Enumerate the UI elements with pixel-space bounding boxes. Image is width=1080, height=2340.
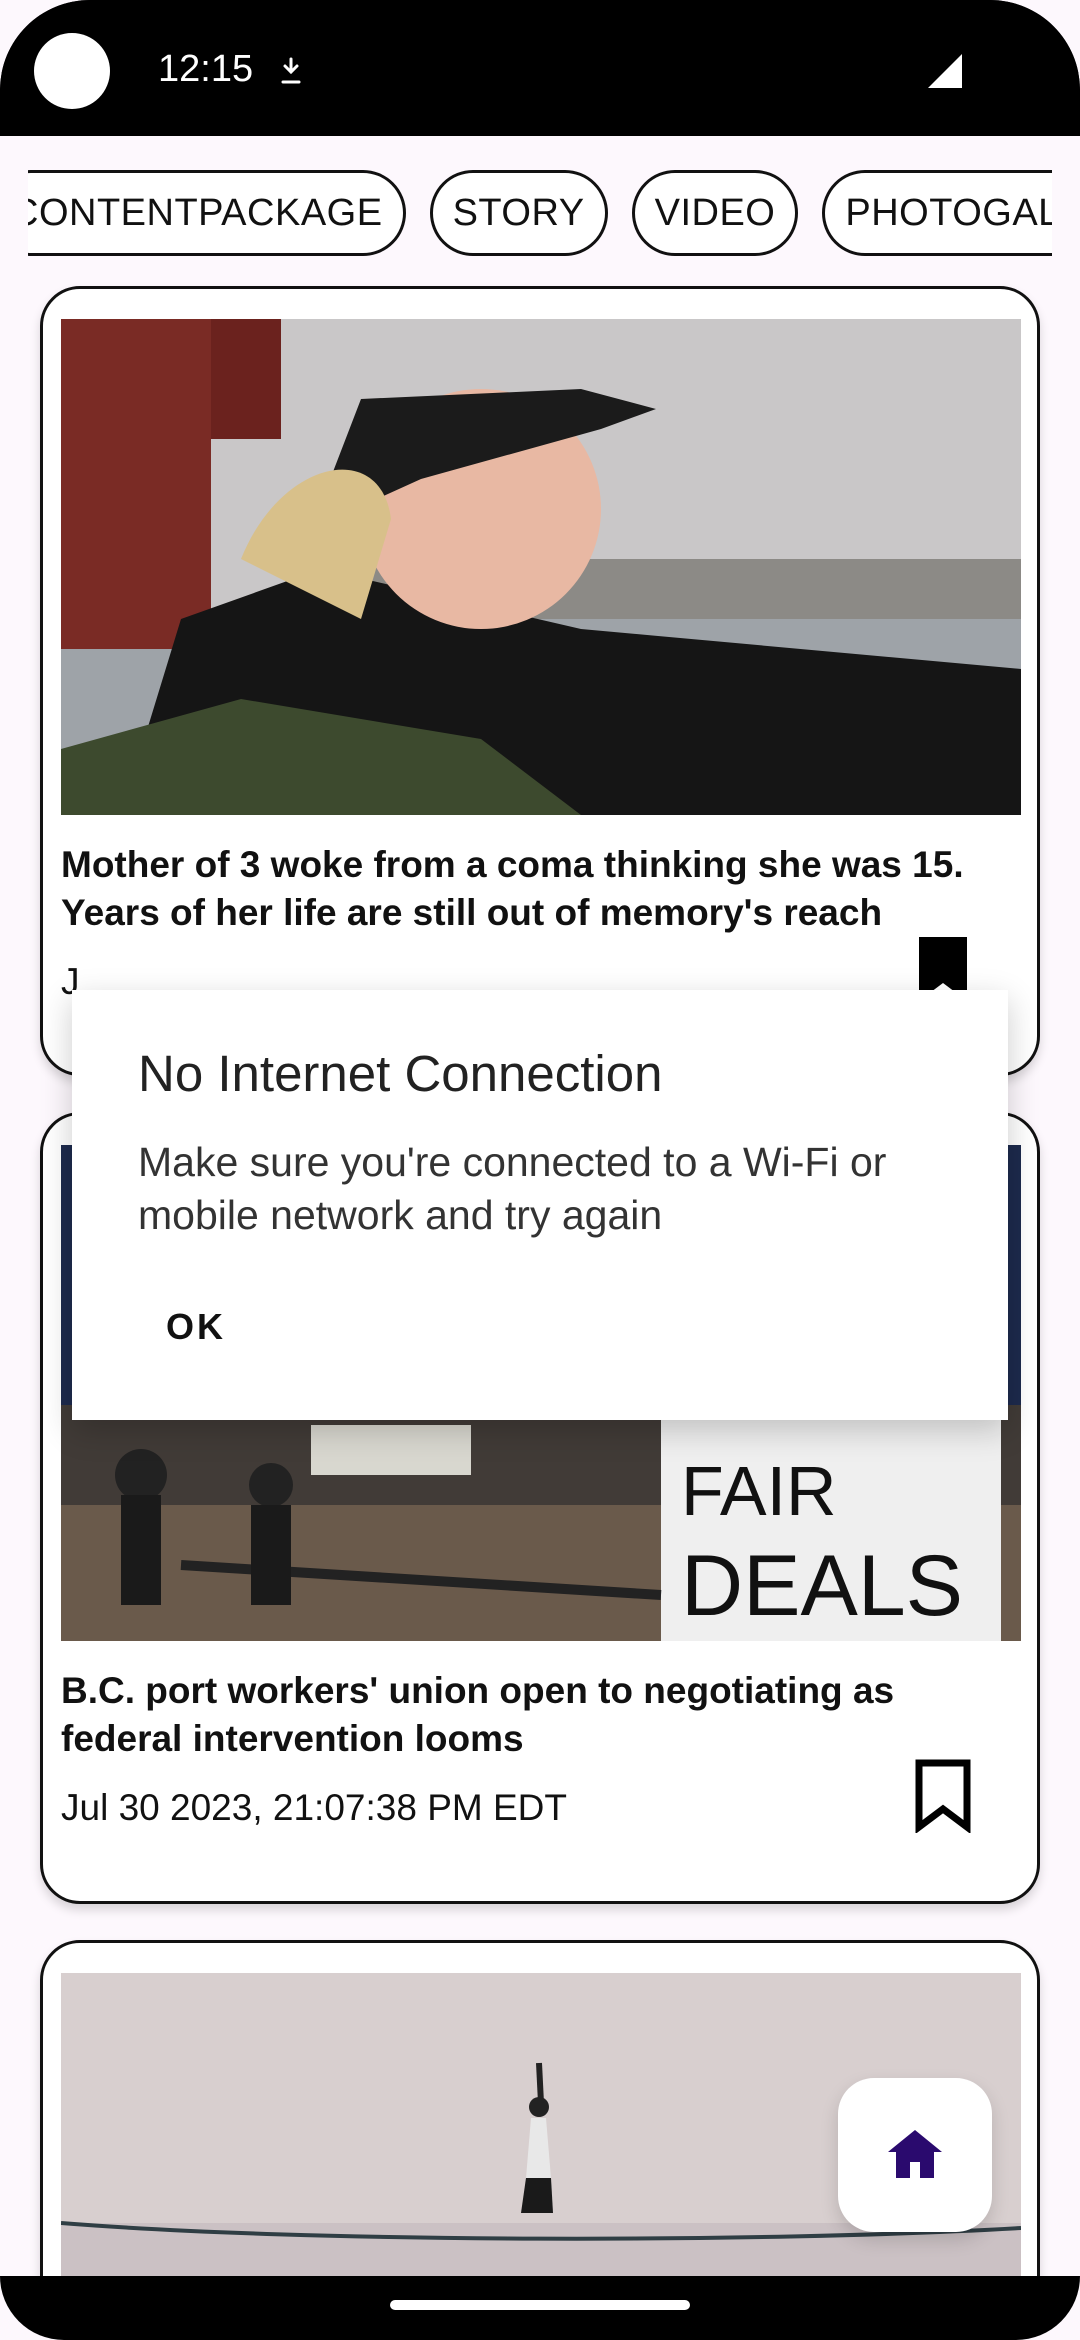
home-icon (888, 2130, 942, 2178)
home-fab[interactable] (838, 2078, 992, 2232)
dialog-message: Make sure you're connected to a Wi-Fi or… (138, 1139, 887, 1238)
ok-button[interactable]: OK (138, 1288, 254, 1366)
no-internet-dialog: No Internet Connection Make sure you're … (72, 990, 1008, 1420)
home-indicator[interactable] (390, 2300, 690, 2310)
dialog-title: No Internet Connection (138, 1045, 663, 1102)
